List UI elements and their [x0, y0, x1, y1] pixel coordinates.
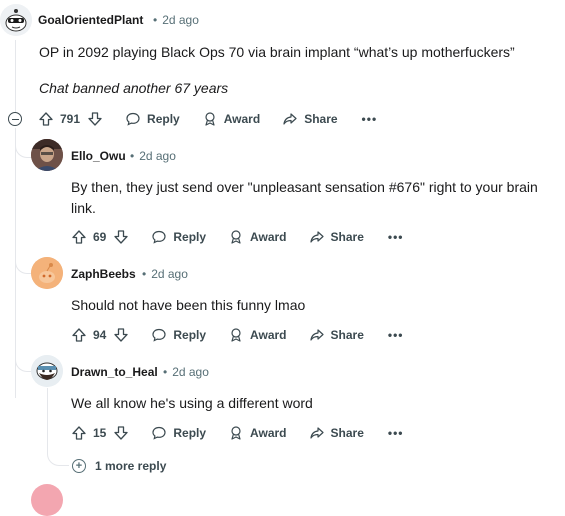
- more-options-button[interactable]: •••: [388, 328, 404, 342]
- share-icon: [282, 111, 298, 127]
- award-label: Award: [250, 230, 287, 244]
- award-icon: [228, 425, 244, 441]
- avatar[interactable]: [31, 257, 63, 289]
- share-button[interactable]: Share: [309, 327, 364, 343]
- comment-timestamp: • 2d ago: [153, 13, 199, 27]
- avatar[interactable]: [31, 139, 63, 171]
- share-icon: [309, 229, 325, 245]
- reply-button[interactable]: Reply: [151, 229, 206, 245]
- comment-time: 2d ago: [172, 365, 209, 379]
- avatar[interactable]: [0, 4, 32, 36]
- comment-username[interactable]: Drawn_to_Heal: [71, 365, 158, 379]
- reply-label: Reply: [173, 426, 207, 440]
- share-button[interactable]: Share: [309, 425, 364, 441]
- bearded-snoo-avatar-icon: [31, 355, 63, 387]
- downvote-icon[interactable]: [87, 111, 103, 127]
- vote-count: 94: [93, 328, 107, 342]
- award-label: Award: [250, 426, 287, 440]
- downvote-icon[interactable]: [113, 327, 129, 343]
- award-icon: [228, 229, 244, 245]
- comment-time: 2d ago: [151, 267, 188, 281]
- meta-separator: •: [163, 365, 168, 379]
- vote-count: 15: [93, 426, 107, 440]
- downvote-icon[interactable]: [113, 229, 129, 245]
- thread-branch-more: [47, 446, 69, 466]
- meta-separator: •: [153, 13, 158, 27]
- comment-actions: 69 Reply Award Share •••: [71, 226, 403, 248]
- comment-username[interactable]: ZaphBeebs: [71, 267, 136, 281]
- reply-button[interactable]: Reply: [125, 111, 180, 127]
- comment-body: By then, they just send over "unpleasant…: [71, 179, 538, 216]
- comment-body: Should not have been this funny lmao: [71, 297, 306, 313]
- comment-body-line: Chat banned another 67 years: [39, 80, 229, 96]
- comment-actions: 791 Reply Award Share •••: [38, 108, 377, 130]
- award-icon: [228, 327, 244, 343]
- reply-icon: [125, 111, 141, 127]
- thread-line-root: [15, 40, 16, 116]
- downvote-icon[interactable]: [113, 425, 129, 441]
- more-options-button[interactable]: •••: [388, 426, 404, 440]
- award-label: Award: [250, 328, 287, 342]
- share-button[interactable]: Share: [309, 229, 364, 245]
- comment-timestamp: • 2d ago: [163, 365, 209, 379]
- comment-time: 2d ago: [162, 13, 199, 27]
- upvote-icon[interactable]: [71, 229, 87, 245]
- upvote-icon[interactable]: [71, 327, 87, 343]
- expand-icon: +: [72, 459, 86, 473]
- avatar[interactable]: [31, 355, 63, 387]
- comment-body: We all know he's using a different word: [71, 395, 313, 411]
- comment-username[interactable]: GoalOrientedPlant: [38, 13, 143, 27]
- user-photo-avatar-icon: [31, 139, 63, 171]
- more-options-button[interactable]: •••: [388, 230, 404, 244]
- vote-count: 69: [93, 230, 107, 244]
- upvote-icon[interactable]: [71, 425, 87, 441]
- more-replies-link[interactable]: + 1 more reply: [72, 459, 166, 473]
- comment-timestamp: • 2d ago: [130, 149, 176, 163]
- reply-button[interactable]: Reply: [151, 425, 206, 441]
- more-replies-label: 1 more reply: [95, 459, 167, 473]
- default-snoo-avatar-icon: [31, 257, 63, 289]
- share-label: Share: [304, 112, 338, 126]
- award-button[interactable]: Award: [228, 327, 287, 343]
- reply-label: Reply: [147, 112, 180, 126]
- meta-separator: •: [142, 267, 147, 281]
- thread-branch-1: [15, 130, 31, 158]
- share-label: Share: [330, 230, 364, 244]
- thread-branch-3: [15, 274, 31, 372]
- meta-separator: •: [130, 149, 135, 163]
- share-label: Share: [330, 328, 364, 342]
- vote-count: 791: [60, 112, 81, 126]
- comment-actions: 94 Reply Award Share •••: [71, 324, 403, 346]
- reply-button[interactable]: Reply: [151, 327, 206, 343]
- more-options-button[interactable]: •••: [362, 112, 378, 126]
- reply-icon: [151, 425, 167, 441]
- snoo-avatar-icon: [0, 4, 32, 36]
- award-icon: [202, 111, 218, 127]
- comment-time: 2d ago: [139, 149, 176, 163]
- award-button[interactable]: Award: [202, 111, 260, 127]
- avatar-partial[interactable]: [31, 484, 63, 516]
- share-icon: [309, 425, 325, 441]
- award-button[interactable]: Award: [228, 425, 287, 441]
- share-label: Share: [330, 426, 364, 440]
- thread-branch-2: [15, 158, 31, 274]
- comment-actions: 15 Reply Award Share •••: [71, 422, 403, 444]
- reply-icon: [151, 229, 167, 245]
- collapse-thread-button[interactable]: [8, 112, 22, 126]
- reply-label: Reply: [173, 230, 207, 244]
- comment-body: OP in 2092 playing Black Ops 70 via brai…: [39, 44, 515, 60]
- collapse-icon: [11, 118, 19, 120]
- share-button[interactable]: Share: [282, 111, 338, 127]
- award-button[interactable]: Award: [228, 229, 287, 245]
- thread-line-nested: [47, 388, 48, 446]
- reply-icon: [151, 327, 167, 343]
- upvote-icon[interactable]: [38, 111, 54, 127]
- award-label: Award: [223, 112, 261, 126]
- reply-label: Reply: [173, 328, 207, 342]
- comment-timestamp: • 2d ago: [142, 267, 188, 281]
- comment-username[interactable]: Ello_Owu: [71, 149, 126, 163]
- share-icon: [309, 327, 325, 343]
